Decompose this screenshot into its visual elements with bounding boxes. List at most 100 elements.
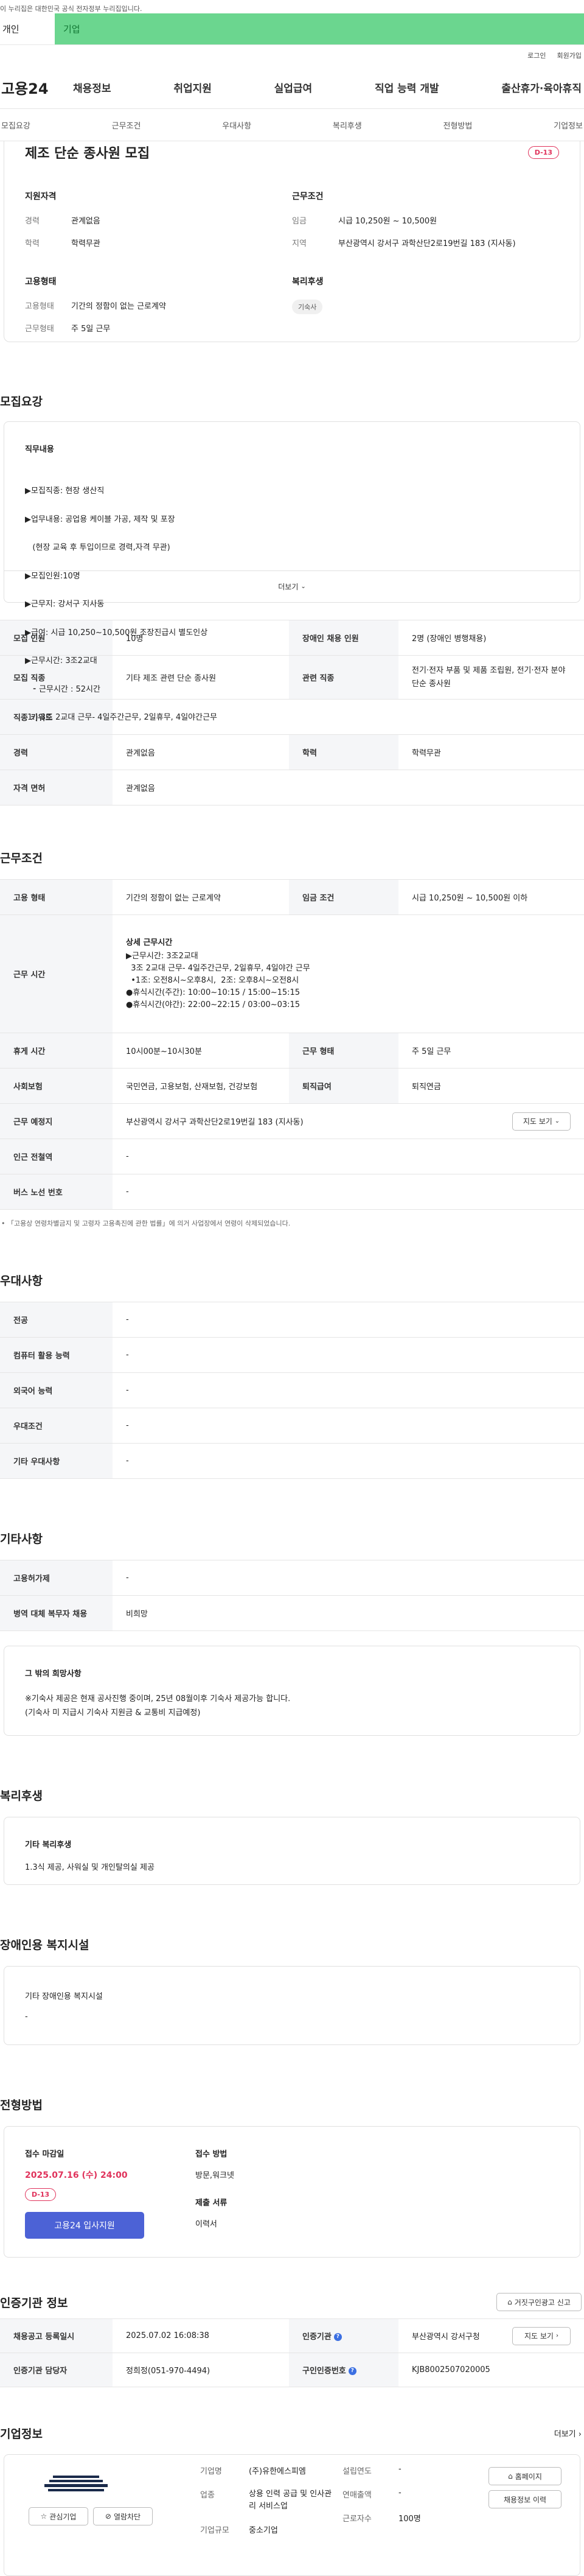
duty-line: (현장 교육 후 투입이므로 경력,자격 무관) [25, 543, 170, 552]
disability-text: - [25, 2012, 28, 2021]
row-value: 2025.07.02 16:08:38 [113, 2318, 289, 2353]
row-label: 근무 예정지 [0, 1103, 113, 1139]
apply-button[interactable]: 고용24 입사지원 [25, 2212, 144, 2239]
work-table: 고용 형태 기간의 정함이 없는 근로계약 임금 조건 시급 10,250원 ~… [0, 879, 584, 1210]
revenue-label: 연매출액 [342, 2491, 372, 2500]
company-more-link[interactable]: 더보기 › [554, 2427, 582, 2439]
anchor-welfare[interactable]: 복리후생 [332, 119, 363, 131]
duty-line: 1.) 3조 2교대 근무- 4일주간근무, 2일휴무, 4일야간근무 [25, 713, 217, 722]
row-label: 채용공고 등록일시 [0, 2318, 113, 2353]
disability-title: 기타 장애인용 복지시설 [25, 1992, 103, 2001]
question-icon[interactable]: ? [333, 2333, 342, 2341]
gnb-jobs[interactable]: 채용정보 [73, 80, 111, 95]
gov-notice: 이 누리집은 대한민국 공식 전자정부 누리집입니다. [0, 0, 584, 13]
duty-line: ▶근무시간: 3조2교대 [25, 656, 97, 665]
cert-header: 인증기관 정보 ⌂ 거짓구인광고 신고 [0, 2292, 584, 2312]
row-value: - [113, 1408, 584, 1444]
signup-link[interactable]: 회원가입 [557, 51, 582, 60]
other-wishes-title: 그 밖의 희망사항 [25, 1669, 82, 1679]
company-heading: 기업정보 [0, 2427, 43, 2441]
row-value: 부산광역시 강서구청 지도 보기 › [398, 2318, 584, 2353]
home-icon: ⌂ [508, 2472, 513, 2480]
row-label: 자격 면허 [0, 770, 113, 805]
user-type-tabs: 개인 기업 [0, 13, 584, 45]
emptype-label: 고용형태 [25, 302, 54, 311]
row-value: 상세 근무시간 ▶근무시간: 3조2교대 3조 2교대 근무- 4일주간근무, … [113, 914, 584, 1033]
welfare-heading: 복리후생 [292, 277, 324, 287]
company-box: ☆ 관심기업 ⊘ 열람차단 기업명 (주)유한에스피엠 업종 상용 인력 공급 및 인사… [4, 2454, 580, 2576]
report-label: 거짓구인광고 신고 [514, 2298, 571, 2307]
homepage-button[interactable]: ⌂ 홈페이지 [488, 2467, 561, 2485]
row-value: 부산광역시 강서구 과학산단2로19번길 183 (지사동) 지도 보기 ⌄ [113, 1103, 584, 1139]
method-title: 접수 방법 [195, 2150, 228, 2159]
chevron-right-icon: › [578, 2429, 582, 2439]
table-row: 고용 형태 기간의 정함이 없는 근로계약 임금 조건 시급 10,250원 ~… [0, 879, 584, 915]
career-value: 관계없음 [71, 217, 100, 226]
cert-map-button[interactable]: 지도 보기 › [512, 2326, 571, 2345]
edu-label: 학력 [25, 239, 40, 248]
homepage-label: 홈페이지 [515, 2472, 542, 2481]
region-value: 부산광역시 강서구 과학산단2로19번길 183 (지사동) [338, 239, 516, 248]
bullet-icon: • [1, 1220, 7, 1227]
row-label: 우대조건 [0, 1408, 113, 1444]
table-row: 인증기관 담당자 정희정(051-970-4494) 구인인증번호? KJB80… [0, 2353, 584, 2387]
tab-personal[interactable]: 개인 [0, 13, 55, 44]
other-wishes-line: ※기숙사 제공은 현재 공사진행 중이며, 25년 08월이후 기숙사 제공가능… [25, 1694, 291, 1704]
age-notice: • 「고용상 연령차별금지 및 고령자 고용촉진에 관한 법률」에 의거 사업장… [0, 1210, 584, 1228]
welfare-text: 1.3식 제공, 사워실 및 개인탈의실 제공 [25, 1863, 155, 1872]
docs-value: 이력서 [195, 2220, 217, 2229]
dday-badge: D-13 [527, 146, 559, 159]
row-label: 휴게 시간 [0, 1033, 113, 1069]
welfare-title: 기타 복리후생 [25, 1841, 72, 1850]
block-view-button[interactable]: ⊘ 열람차단 [93, 2507, 153, 2525]
company-name-value: (주)유한에스피엠 [249, 2467, 306, 2476]
cert-table: 채용공고 등록일시 2025.07.02 16:08:38 인증기관? 부산광역… [0, 2318, 584, 2387]
row-label: 인증기관? [289, 2318, 398, 2353]
anchor-work[interactable]: 근무조건 [111, 119, 142, 131]
cond-heading: 근무조건 [292, 192, 324, 202]
favorite-company-button[interactable]: ☆ 관심기업 [29, 2507, 88, 2525]
anchor-pref[interactable]: 우대사항 [221, 119, 252, 131]
anchor-selection[interactable]: 전형방법 [442, 119, 474, 131]
wage-label: 임금 [292, 217, 307, 226]
worktype-value: 주 5일 근무 [71, 325, 111, 334]
etc-heading: 기타사항 [0, 1532, 43, 1546]
gnb-unemployment[interactable]: 실업급여 [274, 80, 313, 95]
report-fake-ad-button[interactable]: ⌂ 거짓구인광고 신고 [496, 2293, 582, 2311]
site-logo[interactable]: 고용24 [0, 77, 73, 98]
gnb-leave[interactable]: 출산휴가·육아휴직 [501, 80, 582, 95]
gnb-employment-support[interactable]: 취업지원 [173, 80, 212, 95]
wage-value: 시급 10,250원 ~ 10,500원 [338, 217, 437, 226]
row-value: 퇴직연금 [398, 1068, 584, 1104]
table-row: 컴퓨터 활용 능력 - [0, 1337, 584, 1373]
row-value: 10시00분~10시30분 [113, 1033, 289, 1069]
qual-heading: 지원자격 [25, 192, 57, 202]
tab-company[interactable]: 기업 [55, 13, 584, 44]
job-history-button[interactable]: 채용정보 이력 [488, 2490, 561, 2508]
hours-line: ●휴식시간(야간): 22:00~22:15 / 03:00~03:15 [126, 1000, 301, 1009]
cert-map-label: 지도 보기 [524, 2332, 554, 2340]
work-heading: 근무조건 [0, 852, 43, 865]
row-label: 기타 우대사항 [0, 1443, 113, 1479]
pref-heading: 우대사항 [0, 1274, 43, 1288]
founded-label: 설립연도 [342, 2467, 372, 2476]
shop-icon: ⌂ [507, 2298, 512, 2306]
map-button[interactable]: 지도 보기 ⌄ [512, 1112, 571, 1131]
row-value: KJB8002507020005 [398, 2353, 584, 2387]
login-link[interactable]: 로그인 [527, 51, 546, 60]
other-wishes-box: 그 밖의 희망사항 ※기숙사 제공은 현재 공사진행 중이며, 25년 08월이… [4, 1646, 580, 1736]
question-icon[interactable]: ? [348, 2367, 356, 2375]
row-value: - [113, 1372, 584, 1408]
anchor-company[interactable]: 기업정보 [552, 119, 584, 131]
row-label: 근무 시간 [0, 914, 113, 1033]
row-value: - [113, 1443, 584, 1479]
disability-box: 기타 장애인용 복지시설 - [4, 1966, 580, 2045]
table-row: 근무 예정지 부산광역시 강서구 과학산단2로19번길 183 (지사동) 지도… [0, 1103, 584, 1139]
anchor-recruit[interactable]: 모집요강 [0, 119, 32, 131]
table-row: 근무 시간 상세 근무시간 ▶근무시간: 3조2교대 3조 2교대 근무- 4일… [0, 914, 584, 1033]
row-label: 컴퓨터 활용 능력 [0, 1337, 113, 1373]
gnb-training[interactable]: 직업 능력 개발 [375, 80, 439, 95]
more-button[interactable]: 더보기 ⌄ [4, 570, 580, 602]
table-row: 휴게 시간 10시00분~10시30분 근무 형태 주 5일 근무 [0, 1033, 584, 1069]
dday-badge: D-13 [25, 2188, 57, 2201]
